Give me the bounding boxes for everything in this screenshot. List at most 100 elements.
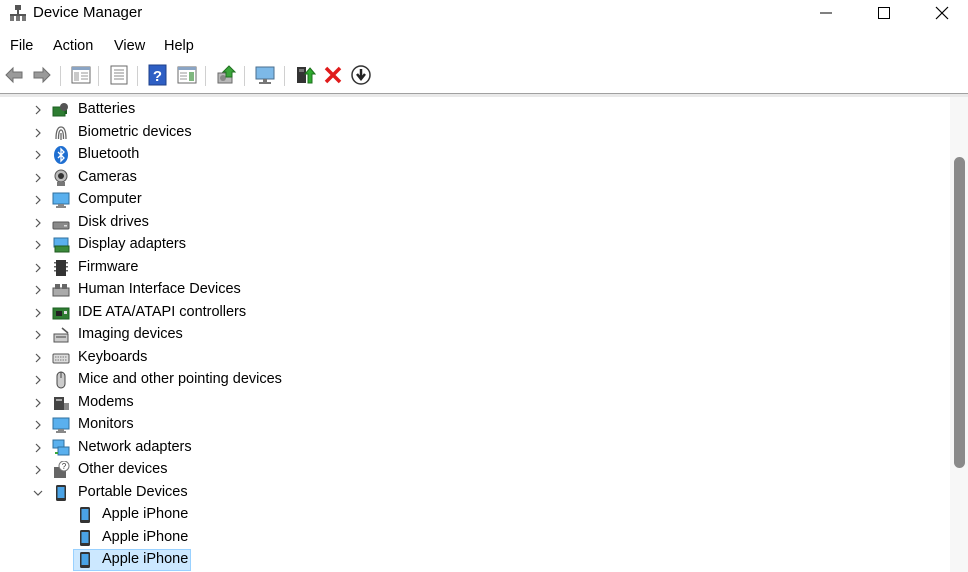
tree-item-batteries[interactable]: Batteries bbox=[0, 99, 950, 121]
menu-view[interactable]: View bbox=[114, 38, 145, 54]
tree-item-biometric-devices[interactable]: Biometric devices bbox=[0, 122, 950, 144]
menu-action[interactable]: Action bbox=[53, 38, 93, 54]
camera-icon bbox=[54, 169, 68, 186]
tree-item-label: IDE ATA/ATAPI controllers bbox=[78, 303, 247, 320]
tree-item-cameras[interactable]: Cameras bbox=[0, 167, 950, 189]
chevron-right-icon[interactable] bbox=[33, 262, 43, 274]
tree-item-computer[interactable]: Computer bbox=[0, 189, 950, 211]
tree-item-label: Other devices bbox=[78, 461, 168, 477]
portable-device-icon bbox=[80, 507, 90, 523]
chevron-right-icon[interactable] bbox=[33, 397, 43, 409]
tree-item-label: Cameras bbox=[78, 168, 137, 185]
maximize-icon bbox=[878, 7, 890, 19]
tree-item-label: Biometric devices bbox=[78, 123, 192, 140]
tree-item-imaging-devices[interactable]: Imaging devices bbox=[0, 324, 950, 346]
monitor-icon bbox=[52, 417, 70, 433]
action-pane-icon[interactable] bbox=[176, 64, 198, 86]
tree-item-label: Monitors bbox=[78, 416, 134, 432]
tree-item-label: Apple iPhone bbox=[102, 528, 189, 545]
chevron-right-icon[interactable] bbox=[33, 127, 43, 139]
scrollbar-thumb[interactable] bbox=[954, 157, 965, 468]
update-driver-icon[interactable] bbox=[294, 64, 316, 86]
close-button[interactable] bbox=[913, 0, 968, 26]
display-adapter-icon bbox=[53, 237, 70, 253]
chevron-right-icon[interactable] bbox=[33, 239, 43, 251]
tree-item-label: Portable Devices bbox=[78, 483, 188, 500]
other-devices-icon: ? bbox=[54, 461, 70, 478]
title-bar: Device Manager bbox=[0, 0, 968, 30]
properties-icon[interactable] bbox=[108, 64, 130, 86]
chevron-right-icon[interactable] bbox=[33, 194, 43, 206]
chevron-right-icon[interactable] bbox=[33, 329, 43, 341]
chevron-right-icon[interactable] bbox=[33, 419, 43, 431]
forward-arrow-icon[interactable] bbox=[31, 64, 53, 86]
device-tree: Batteries Biometric devices Bluetooth Camer… bbox=[0, 97, 950, 572]
menu-bar: File Action View Help bbox=[0, 34, 968, 58]
console-tree-icon[interactable] bbox=[70, 64, 92, 86]
tree-item-modems[interactable]: Modems bbox=[0, 392, 950, 414]
tree-item-mice-and-other-pointing-devices[interactable]: Mice and other pointing devices bbox=[0, 369, 950, 391]
tree-item-label: Disk drives bbox=[78, 213, 149, 230]
network-adapter-icon bbox=[52, 439, 70, 455]
tree-item-ide-ata-atapi-controllers[interactable]: IDE ATA/ATAPI controllers bbox=[0, 302, 950, 324]
chevron-right-icon[interactable] bbox=[33, 374, 43, 386]
tree-item-label: Display adapters bbox=[78, 236, 186, 252]
fingerprint-icon bbox=[55, 125, 67, 140]
tree-item-label: Apple iPhone bbox=[102, 551, 189, 567]
disable-device-icon[interactable] bbox=[350, 64, 372, 86]
disk-drive-icon bbox=[52, 221, 70, 229]
monitor-icon[interactable] bbox=[254, 64, 276, 86]
tree-item-label: Human Interface Devices bbox=[78, 281, 241, 297]
chevron-right-icon[interactable] bbox=[33, 464, 43, 476]
chevron-right-icon[interactable] bbox=[33, 442, 43, 454]
tree-item-label: Batteries bbox=[78, 101, 136, 117]
firmware-icon bbox=[54, 259, 68, 276]
chevron-right-icon[interactable] bbox=[33, 352, 43, 364]
tree-item-apple-iphone[interactable]: Apple iPhone bbox=[0, 527, 950, 549]
tree-item-disk-drives[interactable]: Disk drives bbox=[0, 212, 950, 234]
tree-item-bluetooth[interactable]: Bluetooth bbox=[0, 144, 950, 166]
mouse-icon bbox=[56, 371, 66, 389]
modem-icon bbox=[54, 396, 69, 410]
tree-item-label: Apple iPhone bbox=[102, 506, 189, 522]
help-icon[interactable]: ? bbox=[147, 64, 169, 86]
chevron-right-icon[interactable] bbox=[33, 217, 43, 229]
scan-hardware-icon[interactable] bbox=[215, 64, 237, 86]
tree-item-keyboards[interactable]: Keyboards bbox=[0, 347, 950, 369]
chevron-right-icon[interactable] bbox=[33, 149, 43, 161]
imaging-icon bbox=[53, 327, 69, 343]
svg-text:?: ? bbox=[153, 68, 162, 85]
chevron-right-icon[interactable] bbox=[33, 284, 43, 296]
tree-item-other-devices[interactable]: ? Other devices bbox=[0, 459, 950, 481]
minimize-button[interactable] bbox=[797, 0, 855, 26]
close-icon bbox=[935, 6, 949, 20]
window-title: Device Manager bbox=[33, 4, 143, 21]
chevron-right-icon[interactable] bbox=[33, 104, 43, 116]
tree-item-label: Imaging devices bbox=[78, 326, 183, 342]
tree-item-portable-devices[interactable]: Portable Devices bbox=[0, 482, 950, 504]
uninstall-device-icon[interactable] bbox=[322, 64, 344, 86]
keyboard-icon bbox=[52, 353, 70, 363]
svg-text:?: ? bbox=[62, 462, 67, 471]
tree-item-display-adapters[interactable]: Display adapters bbox=[0, 234, 950, 256]
tree-item-label: Modems bbox=[78, 393, 134, 410]
chevron-right-icon[interactable] bbox=[33, 307, 43, 319]
tree-item-human-interface-devices[interactable]: Human Interface Devices bbox=[0, 279, 950, 301]
chevron-down-icon[interactable] bbox=[33, 487, 43, 499]
menu-help[interactable]: Help bbox=[164, 38, 194, 54]
maximize-button[interactable] bbox=[855, 0, 913, 26]
tree-item-label: Mice and other pointing devices bbox=[78, 371, 282, 387]
chevron-right-icon[interactable] bbox=[33, 172, 43, 184]
computer-icon bbox=[52, 192, 70, 208]
portable-device-icon bbox=[80, 529, 90, 546]
tree-item-label: Keyboards bbox=[78, 348, 148, 365]
tree-item-label: Computer bbox=[78, 191, 142, 207]
menu-file[interactable]: File bbox=[10, 38, 33, 54]
battery-icon bbox=[52, 103, 68, 117]
back-arrow-icon[interactable] bbox=[3, 64, 25, 86]
tree-item-apple-iphone[interactable]: Apple iPhone bbox=[0, 549, 950, 571]
tree-item-apple-iphone[interactable]: Apple iPhone bbox=[0, 504, 950, 526]
tree-item-monitors[interactable]: Monitors bbox=[0, 414, 950, 436]
tree-item-firmware[interactable]: Firmware bbox=[0, 257, 950, 279]
tree-item-network-adapters[interactable]: Network adapters bbox=[0, 437, 950, 459]
